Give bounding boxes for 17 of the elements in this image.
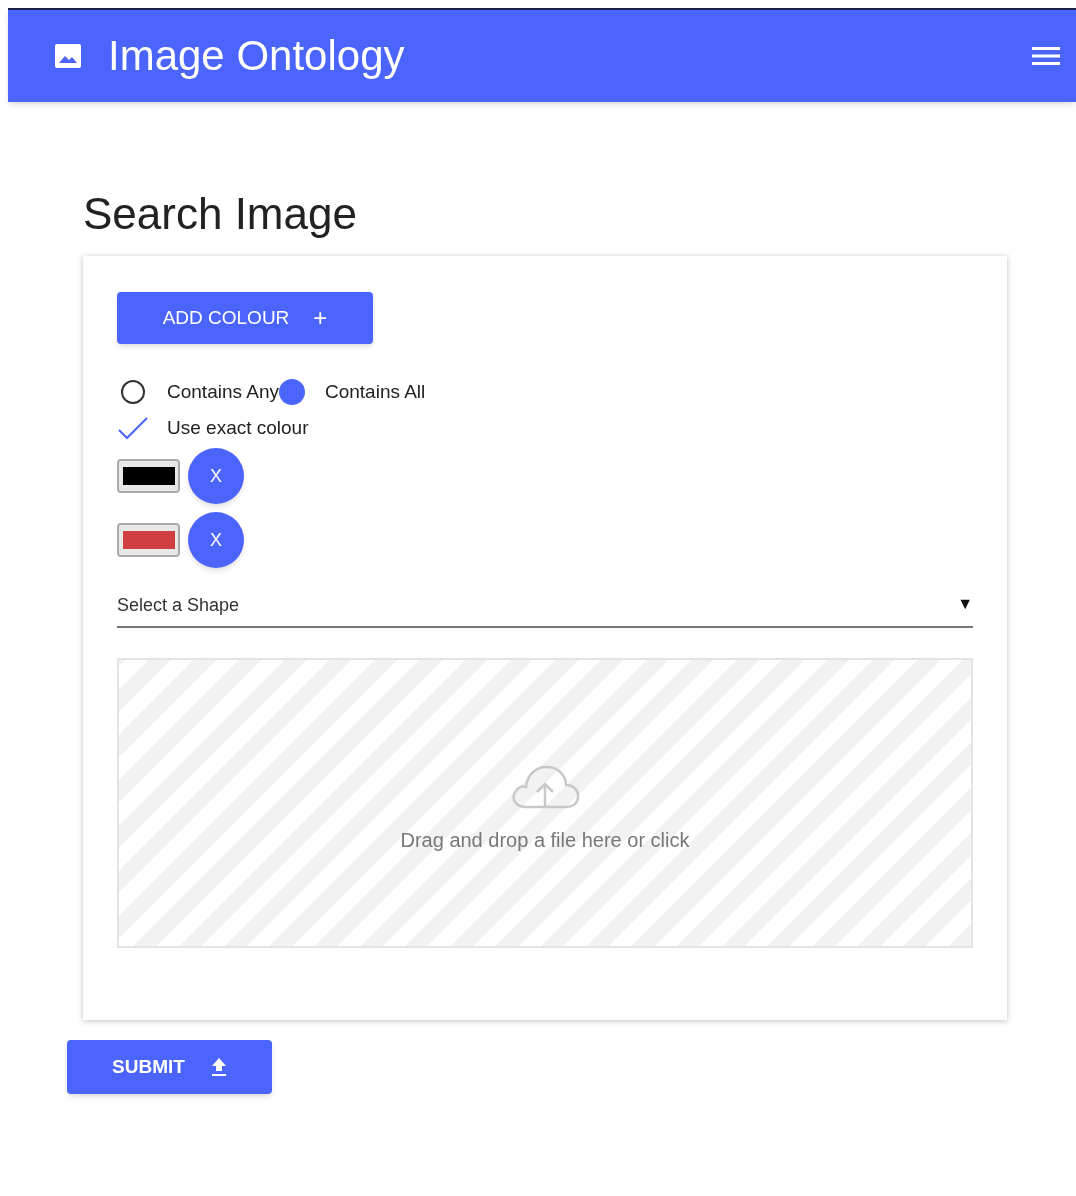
colour-swatch[interactable] <box>117 523 180 557</box>
dropzone-text: Drag and drop a file here or click <box>400 828 690 853</box>
submit-button[interactable]: SUBMIT <box>67 1040 272 1094</box>
colour-swatch[interactable] <box>117 459 180 493</box>
page-heading: Search Image <box>83 192 358 236</box>
menu-icon[interactable] <box>1032 45 1060 67</box>
upload-icon <box>210 1057 227 1077</box>
radio-option[interactable]: Contains Any <box>117 378 279 406</box>
exact-colour-checkbox[interactable]: Use exact colour <box>117 414 337 442</box>
add-colour-button[interactable]: ADD COLOUR + <box>117 292 373 344</box>
remove-colour-button[interactable]: X <box>188 512 244 568</box>
image-icon <box>54 43 82 69</box>
app-title: Image Ontology <box>108 35 405 77</box>
radio-option[interactable]: Contains All <box>278 378 426 406</box>
file-dropzone[interactable]: Drag and drop a file here or click <box>117 658 973 948</box>
shape-select[interactable]: Select a Shape ▼ <box>117 588 973 628</box>
remove-colour-button[interactable]: X <box>188 448 244 504</box>
